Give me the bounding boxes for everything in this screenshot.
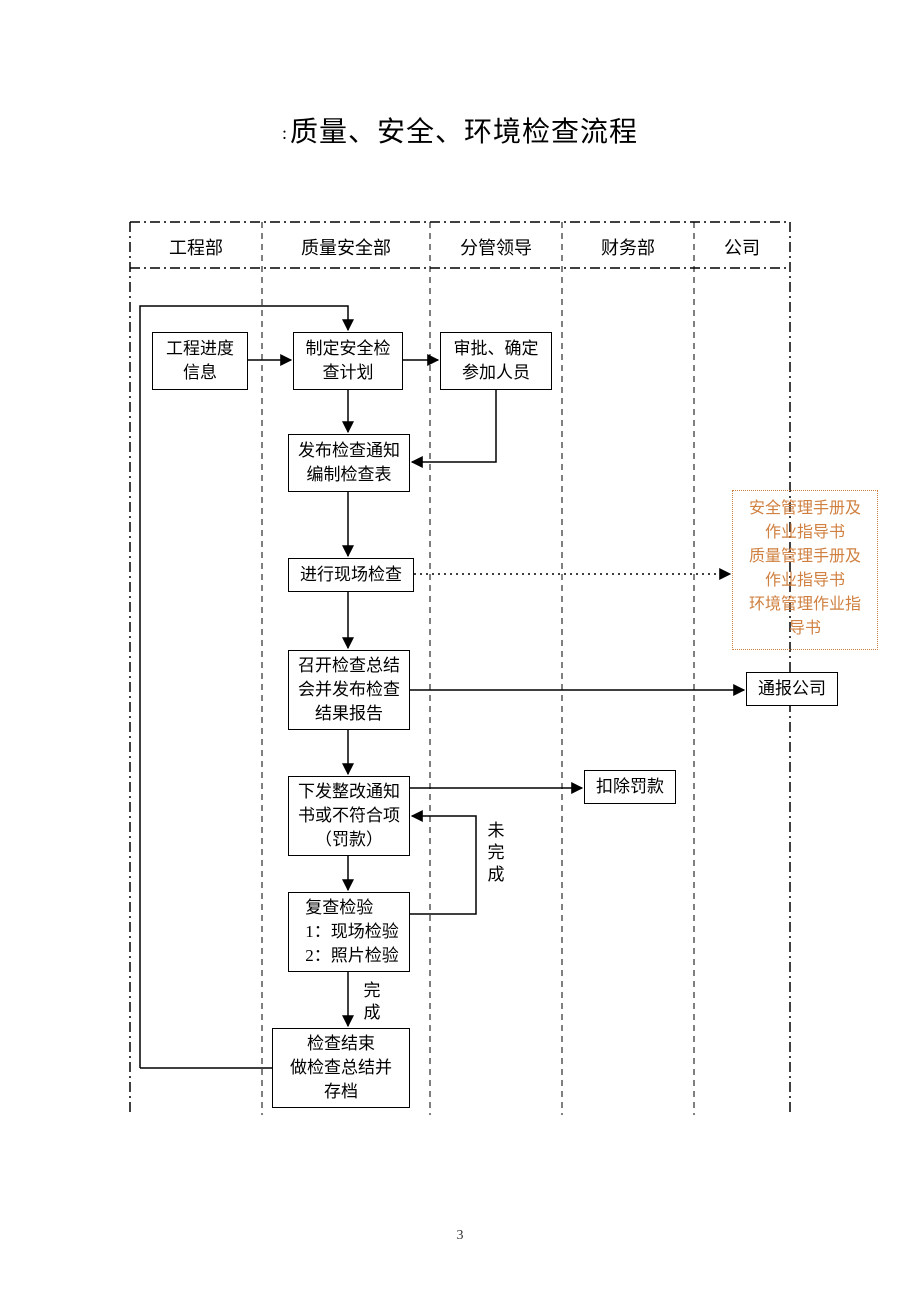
swimlane-grid bbox=[0, 0, 920, 1302]
reference-docs: 安全管理手册及作业指导书质量管理手册及作业指导书环境管理作业指导书 bbox=[732, 490, 878, 650]
lane-header-finance: 财务部 bbox=[562, 234, 694, 260]
title-prefix: : bbox=[282, 123, 288, 143]
node-progress-info: 工程进度信息 bbox=[152, 332, 248, 390]
node-publish-notice: 发布检查通知编制检查表 bbox=[288, 434, 410, 492]
lane-header-leader: 分管领导 bbox=[430, 234, 562, 260]
page-title: :质量、安全、环境检查流程 bbox=[0, 110, 920, 150]
page: :质量、安全、环境检查流程 工程部 质量安全部 分管领导 财务部 公司 工程进度… bbox=[0, 0, 920, 1302]
flow-arrows bbox=[0, 0, 920, 1302]
node-reinspect: 复查检验1：现场检验2：照片检验 bbox=[288, 892, 410, 972]
node-summary-meeting: 召开检查总结会并发布检查结果报告 bbox=[288, 650, 410, 730]
lane-header-quality-safety: 质量安全部 bbox=[262, 234, 430, 260]
title-text: 质量、安全、环境检查流程 bbox=[290, 117, 638, 148]
edge-label-complete: 完成 bbox=[362, 980, 382, 1024]
node-finish-archive: 检查结束做检查总结并存档 bbox=[272, 1028, 410, 1108]
node-onsite-check: 进行现场检查 bbox=[288, 558, 414, 592]
node-approve: 审批、确定参加人员 bbox=[440, 332, 552, 390]
edge-label-incomplete: 未完成 bbox=[486, 820, 506, 886]
page-number: 3 bbox=[0, 1228, 920, 1244]
node-deduct-fine: 扣除罚款 bbox=[584, 770, 676, 804]
lane-header-engineering: 工程部 bbox=[130, 234, 262, 260]
node-make-plan: 制定安全检查计划 bbox=[293, 332, 403, 390]
lane-header-company: 公司 bbox=[694, 234, 790, 260]
node-rectify-notice: 下发整改通知书或不符合项（罚款） bbox=[288, 776, 410, 856]
node-notify-company: 通报公司 bbox=[746, 672, 838, 706]
